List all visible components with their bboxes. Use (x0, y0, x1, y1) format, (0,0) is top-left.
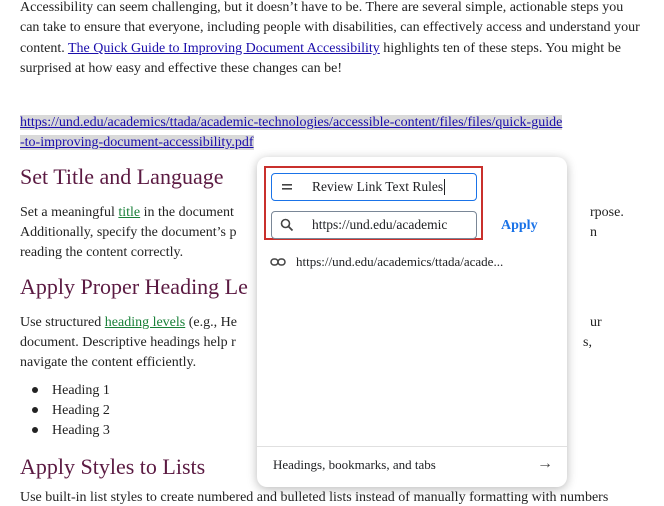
p1-text-mid: in the document (140, 205, 234, 220)
heading-paragraph-line1: Use structured heading levels (e.g., He (20, 313, 237, 333)
p1-right: rpose. (590, 205, 624, 220)
search-icon (272, 218, 302, 232)
link-url-input[interactable]: https://und.edu/academic (271, 211, 477, 239)
link-text-input[interactable]: Review Link Text Rules (271, 173, 477, 201)
headings-bookmarks-tabs-option[interactable]: Headings, bookmarks, and tabs (273, 457, 436, 473)
bullet-icon (32, 386, 38, 393)
title-paragraph-line2: Additionally, specify the document’s p (20, 225, 237, 240)
heading-proper-heading: Apply Proper Heading Le (20, 274, 248, 299)
list-item: Heading 3 (32, 423, 110, 439)
heading-apply-styles: Apply Styles to Lists (20, 454, 206, 479)
arrow-right-icon[interactable]: → (537, 455, 553, 473)
list-item: Heading 2 (32, 403, 110, 419)
text-lines-icon (272, 182, 302, 192)
title-paragraph-line3: reading the content correctly. (20, 245, 184, 260)
apply-button[interactable]: Apply (501, 218, 538, 234)
link-icon (270, 257, 296, 267)
popup-divider (257, 446, 567, 447)
link-text-value[interactable]: Review Link Text Rules (312, 179, 443, 195)
p2-line2-right: s, (583, 335, 592, 350)
link-suggestion[interactable]: https://und.edu/academics/ttada/acade... (270, 254, 503, 270)
p2-text: Use structured (20, 315, 105, 330)
text-cursor (444, 179, 446, 195)
cutoff-paragraph: Use built-in list styles to create numbe… (20, 490, 609, 505)
list-item-text: Heading 3 (52, 423, 110, 438)
title-paragraph-line1: Set a meaningful title in the document (20, 203, 234, 223)
selected-url[interactable]: https://und.edu/academics/ttada/academic… (20, 113, 620, 153)
list-item-text: Heading 1 (52, 383, 110, 398)
url-line-1[interactable]: https://und.edu/academics/ttada/academic… (20, 115, 563, 130)
heading-levels-link[interactable]: heading levels (105, 315, 185, 330)
p1-line2-right: n (590, 225, 597, 240)
quick-guide-link[interactable]: The Quick Guide to Improving Document Ac… (68, 41, 380, 56)
p2-right: ur (590, 315, 602, 330)
title-link[interactable]: title (118, 205, 140, 220)
p1-text: Set a meaningful (20, 205, 119, 220)
url-line-2[interactable]: -to-improving-document-accessibility.pdf (20, 135, 254, 150)
list-item-text: Heading 2 (52, 403, 110, 418)
bullet-icon (32, 406, 38, 413)
bullet-icon (32, 426, 38, 433)
intro-paragraph: Accessibility can seem challenging, but … (20, 0, 640, 80)
heading-paragraph-line3: navigate the content efficiently. (20, 355, 197, 370)
suggestion-url[interactable]: https://und.edu/academics/ttada/acade... (296, 254, 503, 270)
heading-set-title: Set Title and Language (20, 164, 224, 189)
heading-paragraph-line2: document. Descriptive headings help r (20, 335, 236, 350)
p2-text-mid: (e.g., He (185, 315, 237, 330)
link-url-value[interactable]: https://und.edu/academic (312, 217, 472, 233)
list-item: Heading 1 (32, 383, 110, 399)
